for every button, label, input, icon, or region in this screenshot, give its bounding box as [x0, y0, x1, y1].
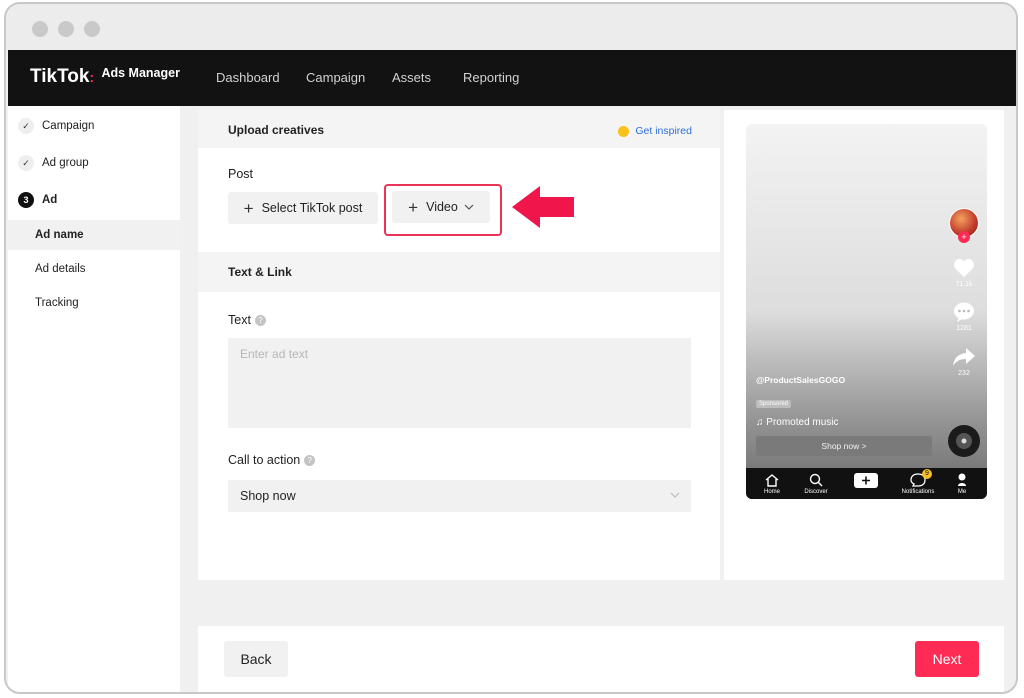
cta-label: Call to action ?	[228, 453, 316, 467]
create-plus-icon	[854, 472, 878, 488]
ad-preview-panel: + 71.1k 1281 232 @ProductSalesGOGO Spons…	[724, 110, 1004, 580]
user-icon	[958, 473, 966, 486]
step-ad[interactable]: 3 Ad	[18, 190, 57, 210]
cta-label-text: Call to action	[228, 453, 301, 467]
phone-nav-home: Home	[752, 471, 792, 495]
sponsored-badge: Sponsored	[756, 400, 792, 408]
select-post-label: Select TikTok post	[261, 201, 363, 215]
phone-nav-label: Notifications	[901, 489, 935, 495]
step-number-badge: 3	[18, 192, 34, 208]
sidebar-item-tracking[interactable]: Tracking	[8, 288, 180, 318]
plus-icon: +	[243, 198, 254, 218]
preview-username: @ProductSalesGOGO	[756, 375, 846, 385]
text-link-title: Text & Link	[228, 265, 292, 279]
nav-dashboard[interactable]: Dashboard	[216, 70, 280, 85]
phone-nav-label: Home	[763, 489, 780, 495]
help-icon[interactable]: ?	[254, 314, 266, 326]
lightbulb-icon	[618, 125, 630, 137]
heart-icon	[954, 258, 974, 278]
upload-creatives-header: Upload creatives Get inspired	[198, 110, 720, 148]
phone-nav-create	[846, 471, 886, 489]
step-label: Campaign	[42, 120, 95, 132]
chevron-down-icon	[464, 204, 474, 210]
check-icon: ✓	[18, 118, 34, 134]
home-icon	[765, 473, 779, 487]
comments-count: 1281	[956, 325, 972, 332]
tiktok-ads-manager-logo[interactable]: TikTok: Ads Manager	[30, 66, 180, 88]
step-campaign[interactable]: ✓ Campaign	[18, 116, 94, 136]
nav-reporting[interactable]: Reporting	[463, 70, 519, 85]
nav-assets[interactable]: Assets	[392, 70, 431, 85]
music-disc-icon	[948, 425, 980, 457]
get-inspired-label: Get inspired	[635, 125, 692, 137]
sidebar-item-ad-name[interactable]: Ad name	[8, 220, 180, 250]
select-tiktok-post-button[interactable]: + Select TikTok post	[228, 192, 378, 224]
check-icon: ✓	[18, 155, 34, 171]
logo-colon: :	[89, 69, 95, 85]
comment-icon	[954, 302, 974, 322]
ad-form-panel: Upload creatives Get inspired Post + Sel…	[198, 110, 720, 580]
share-icon	[953, 348, 975, 366]
window-minimize-dot[interactable]	[58, 21, 74, 37]
phone-nav-discover: Discover	[796, 471, 836, 495]
pointer-arrow-icon	[512, 186, 574, 228]
window-close-dot[interactable]	[32, 21, 48, 37]
promoted-music: ♫ Promoted music	[756, 417, 839, 428]
next-button[interactable]: Next	[915, 641, 979, 677]
cta-selected-value: Shop now	[240, 489, 296, 503]
search-icon	[809, 473, 823, 487]
follow-plus-icon: +	[958, 231, 970, 243]
likes-count: 71.1k	[955, 281, 973, 288]
video-button-label: Video	[426, 200, 458, 214]
logo-text: TikTok	[30, 66, 90, 87]
phone-bottom-nav: Home Discover 9 Notifications Me	[746, 468, 987, 499]
step-label: Ad	[42, 194, 58, 206]
post-label: Post	[228, 167, 254, 181]
steps-sidebar: ✓ Campaign ✓ Ad group 3 Ad Ad name Ad de…	[8, 106, 180, 692]
help-icon[interactable]: ?	[304, 454, 316, 466]
browser-window: TikTok: Ads Manager Dashboard Campaign A…	[4, 2, 1018, 694]
chevron-down-icon	[670, 492, 680, 498]
text-label-text: Text	[228, 313, 251, 327]
step-label: Ad group	[42, 157, 89, 169]
upload-creatives-title: Upload creatives	[228, 123, 325, 137]
back-button[interactable]: Back	[224, 641, 288, 677]
plus-icon: +	[408, 197, 419, 217]
shares-count: 232	[958, 370, 970, 377]
step-ad-group[interactable]: ✓ Ad group	[18, 153, 89, 173]
phone-nav-notifications: 9 Notifications	[898, 469, 938, 495]
preview-shop-now-button: Shop now >	[756, 436, 932, 456]
get-inspired-link[interactable]: Get inspired	[618, 125, 692, 137]
window-titlebar	[6, 4, 1016, 50]
phone-nav-me: Me	[942, 471, 982, 495]
sidebar-item-ad-details[interactable]: Ad details	[8, 254, 180, 284]
add-video-button[interactable]: + Video	[392, 191, 490, 223]
text-label: Text ?	[228, 313, 266, 327]
nav-campaign[interactable]: Campaign	[306, 70, 365, 85]
notification-badge: 9	[922, 469, 932, 479]
footer-bar: Back Next	[198, 626, 1004, 692]
phone-nav-label: Me	[957, 489, 967, 495]
top-navbar: TikTok: Ads Manager Dashboard Campaign A…	[8, 50, 1016, 106]
call-to-action-select[interactable]: Shop now	[228, 480, 691, 512]
ad-text-input[interactable]	[228, 338, 691, 428]
phone-nav-label: Discover	[804, 489, 828, 495]
logo-subtitle: Ads Manager	[101, 66, 180, 80]
phone-preview: + 71.1k 1281 232 @ProductSalesGOGO Spons…	[746, 124, 987, 499]
text-link-header: Text & Link	[198, 252, 720, 292]
window-maximize-dot[interactable]	[84, 21, 100, 37]
